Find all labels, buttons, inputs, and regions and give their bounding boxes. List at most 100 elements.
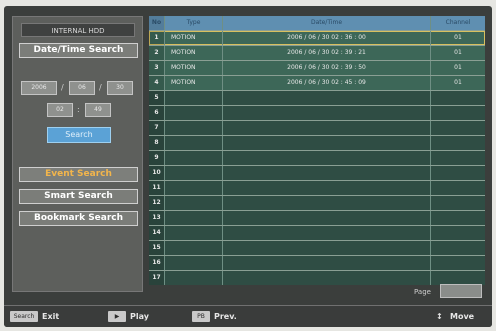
row-number: 8 bbox=[149, 136, 165, 150]
prev-label: Prev. bbox=[214, 312, 237, 321]
row-type bbox=[165, 106, 223, 120]
row-number: 5 bbox=[149, 91, 165, 105]
table-row[interactable]: 14 bbox=[149, 226, 485, 240]
row-channel bbox=[431, 226, 485, 240]
row-type bbox=[165, 91, 223, 105]
row-datetime bbox=[223, 196, 431, 210]
row-type bbox=[165, 136, 223, 150]
table-row[interactable]: 5 bbox=[149, 91, 485, 105]
table-row[interactable]: 8 bbox=[149, 136, 485, 150]
screen: INTERNAL HDD Date/Time Search 2006 / 06 … bbox=[4, 6, 492, 327]
row-datetime: 2006 / 06 / 30 02 : 39 : 50 bbox=[223, 61, 431, 75]
footer-bar: Search Exit ▶ Play PB Prev. ↕ Move bbox=[4, 305, 492, 327]
row-number: 9 bbox=[149, 151, 165, 165]
time-separator: : bbox=[77, 105, 80, 114]
date-separator: / bbox=[99, 83, 102, 92]
row-type bbox=[165, 226, 223, 240]
page-label: Page bbox=[414, 288, 431, 296]
table-row[interactable]: 10 bbox=[149, 166, 485, 180]
row-datetime: 2006 / 06 / 30 02 : 39 : 21 bbox=[223, 46, 431, 60]
row-type bbox=[165, 211, 223, 225]
row-number: 12 bbox=[149, 196, 165, 210]
table-row[interactable]: 4 MOTION 2006 / 06 / 30 02 : 45 : 09 01 bbox=[149, 76, 485, 90]
row-datetime bbox=[223, 226, 431, 240]
row-datetime bbox=[223, 181, 431, 195]
table-row[interactable]: 2 MOTION 2006 / 06 / 30 02 : 39 : 21 01 bbox=[149, 46, 485, 60]
row-datetime bbox=[223, 106, 431, 120]
up-down-arrow-icon: ↕ bbox=[436, 312, 443, 321]
minute-field[interactable]: 49 bbox=[85, 103, 111, 117]
row-number: 14 bbox=[149, 226, 165, 240]
row-datetime bbox=[223, 151, 431, 165]
row-channel: 01 bbox=[454, 49, 462, 56]
table-row[interactable]: 1 MOTION 2006 / 06 / 30 02 : 36 : 00 01 bbox=[149, 31, 485, 45]
row-type: MOTION bbox=[165, 76, 223, 90]
day-field[interactable]: 30 bbox=[107, 81, 133, 95]
month-field[interactable]: 06 bbox=[69, 81, 95, 95]
table-row[interactable]: 9 bbox=[149, 151, 485, 165]
column-header-channel: Channel bbox=[445, 19, 471, 26]
row-datetime: 2006 / 06 / 30 02 : 36 : 00 bbox=[223, 31, 431, 45]
row-number: 4 bbox=[149, 76, 165, 90]
event-search-button[interactable]: Event Search bbox=[19, 167, 138, 182]
search-sidebar: INTERNAL HDD Date/Time Search 2006 / 06 … bbox=[12, 16, 143, 292]
row-type bbox=[165, 181, 223, 195]
device-title: INTERNAL HDD bbox=[21, 23, 135, 37]
table-header-row: No Type Date/Time Channel bbox=[149, 16, 485, 30]
row-number: 16 bbox=[149, 256, 165, 270]
move-label: Move bbox=[450, 312, 475, 321]
column-header-no: No bbox=[149, 16, 165, 30]
bookmark-search-button[interactable]: Bookmark Search bbox=[19, 211, 138, 226]
row-channel: 01 bbox=[454, 64, 462, 71]
play-icon: ▶ bbox=[108, 311, 126, 322]
row-channel bbox=[431, 151, 485, 165]
row-channel bbox=[431, 241, 485, 255]
row-number: 1 bbox=[149, 31, 165, 45]
search-button[interactable]: Search bbox=[47, 127, 111, 143]
table-row[interactable]: 12 bbox=[149, 196, 485, 210]
year-field[interactable]: 2006 bbox=[21, 81, 57, 95]
row-datetime bbox=[223, 136, 431, 150]
date-time-search-button[interactable]: Date/Time Search bbox=[19, 43, 138, 58]
prev-key: PB bbox=[192, 311, 210, 322]
column-header-type: Type bbox=[165, 16, 223, 30]
page-selector[interactable] bbox=[440, 284, 482, 298]
row-type bbox=[165, 256, 223, 270]
row-number: 15 bbox=[149, 241, 165, 255]
table-row[interactable]: 11 bbox=[149, 181, 485, 195]
table-row[interactable]: 6 bbox=[149, 106, 485, 120]
row-number: 2 bbox=[149, 46, 165, 60]
smart-search-button[interactable]: Smart Search bbox=[19, 189, 138, 204]
row-number: 11 bbox=[149, 181, 165, 195]
row-type bbox=[165, 151, 223, 165]
row-channel bbox=[431, 106, 485, 120]
row-channel bbox=[431, 196, 485, 210]
row-number: 3 bbox=[149, 61, 165, 75]
row-datetime bbox=[223, 271, 431, 285]
row-channel bbox=[431, 181, 485, 195]
table-row[interactable]: 3 MOTION 2006 / 06 / 30 02 : 39 : 50 01 bbox=[149, 61, 485, 75]
row-channel bbox=[431, 121, 485, 135]
hour-field[interactable]: 02 bbox=[47, 103, 73, 117]
row-channel: 01 bbox=[454, 79, 462, 86]
row-channel bbox=[431, 91, 485, 105]
row-type bbox=[165, 196, 223, 210]
row-datetime bbox=[223, 121, 431, 135]
row-datetime bbox=[223, 211, 431, 225]
exit-key: Search bbox=[10, 311, 38, 322]
row-type: MOTION bbox=[165, 46, 223, 60]
table-row[interactable]: 16 bbox=[149, 256, 485, 270]
table-row[interactable]: 7 bbox=[149, 121, 485, 135]
row-type bbox=[165, 166, 223, 180]
column-header-datetime: Date/Time bbox=[223, 16, 431, 30]
row-number: 13 bbox=[149, 211, 165, 225]
row-datetime bbox=[223, 91, 431, 105]
table-row[interactable]: 13 bbox=[149, 211, 485, 225]
row-channel bbox=[431, 271, 485, 285]
row-type: MOTION bbox=[165, 61, 223, 75]
row-channel bbox=[431, 211, 485, 225]
table-row[interactable]: 17 bbox=[149, 271, 485, 285]
table-row[interactable]: 15 bbox=[149, 241, 485, 255]
exit-label: Exit bbox=[42, 312, 60, 321]
row-number: 6 bbox=[149, 106, 165, 120]
